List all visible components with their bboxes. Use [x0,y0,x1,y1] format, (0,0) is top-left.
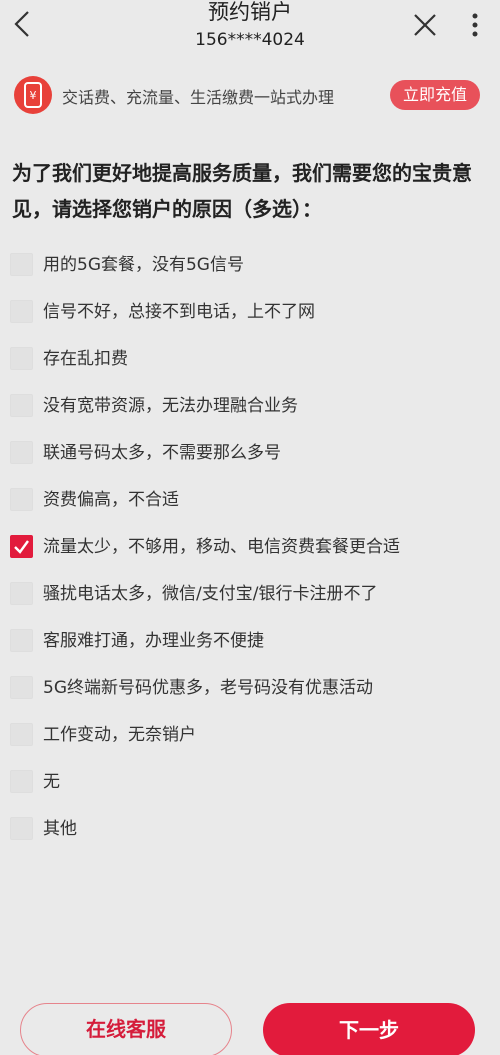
reason-option[interactable]: 没有宽带资源，无法办理融合业务 [0,387,500,434]
more-vertical-icon [472,13,478,37]
phone-number: 156****4024 [195,30,305,50]
header-bar: 预约销户 156****4024 [0,0,500,60]
reason-option-label: 流量太少，不够用，移动、电信资费套餐更合适 [43,537,400,557]
title-block: 预约销户 156****4024 [100,0,400,53]
online-service-button[interactable]: 在线客服 [20,1003,232,1055]
reason-option-label: 客服难打通，办理业务不便捷 [43,631,264,651]
reason-option-label: 用的5G套餐，没有5G信号 [43,255,244,275]
checkbox[interactable] [10,676,33,699]
reason-option[interactable]: 其他 [0,810,500,857]
reason-option-label: 资费偏高，不合适 [43,490,179,510]
promo-text: 交话费、充流量、生活缴费一站式办理 [62,88,335,107]
reason-option[interactable]: 用的5G套餐，没有5G信号 [0,246,500,293]
reason-option[interactable]: 工作变动，无奈销户 [0,716,500,763]
recharge-button[interactable]: 立即充值 [390,80,480,110]
checkbox[interactable] [10,488,33,511]
close-icon [414,14,436,36]
more-button[interactable] [465,8,485,42]
checkbox[interactable] [10,817,33,840]
checkbox[interactable] [10,770,33,793]
reason-option-label: 5G终端新号码优惠多，老号码没有优惠活动 [43,678,373,698]
reason-option[interactable]: 骚扰电话太多，微信/支付宝/银行卡注册不了 [0,575,500,622]
reason-option[interactable]: 联通号码太多，不需要那么多号 [0,434,500,481]
question-heading: 为了我们更好地提高服务质量，我们需要您的宝贵意见，请选择您销户的原因（多选）： [12,161,472,221]
checkbox[interactable] [10,347,33,370]
promo-banner[interactable]: ¥ 交话费、充流量、生活缴费一站式办理 立即充值 [12,74,488,116]
checkbox[interactable] [10,300,33,323]
checkbox[interactable] [10,394,33,417]
checkbox[interactable] [10,629,33,652]
reason-list: 用的5G套餐，没有5G信号信号不好，总接不到电话，上不了网 存在乱扣费没有宽带资源… [0,246,500,857]
phone-yen-icon: ¥ [14,76,52,114]
reason-option[interactable]: 流量太少，不够用，移动、电信资费套餐更合适 [0,528,500,575]
reason-option-label: 存在乱扣费 [43,349,128,369]
chevron-left-icon [14,11,29,37]
checkmark-icon [14,540,29,554]
reason-option-label: 无 [43,772,60,792]
checkbox[interactable] [10,582,33,605]
reason-option[interactable]: 5G终端新号码优惠多，老号码没有优惠活动 [0,669,500,716]
next-step-button[interactable]: 下一步 [263,1003,475,1055]
reason-option-label: 联通号码太多，不需要那么多号 [43,443,281,463]
reason-option[interactable]: 信号不好，总接不到电话，上不了网 [0,293,500,340]
checkbox[interactable] [10,535,33,558]
reason-option-label: 其他 [43,819,77,839]
reason-option-label: 没有宽带资源，无法办理融合业务 [43,396,298,416]
svg-text:¥: ¥ [30,89,37,102]
close-button[interactable] [408,8,442,42]
cancel-account-page: 预约销户 156****4024 ¥ 交话费、充流量、生活缴费一站式办理 立即充 [0,0,500,1055]
reason-option-label: 信号不好，总接不到电话，上不了网 [43,302,315,322]
checkbox[interactable] [10,253,33,276]
checkbox[interactable] [10,441,33,464]
page-title: 预约销户 [208,0,292,24]
checkbox[interactable] [10,723,33,746]
reason-option[interactable]: 无 [0,763,500,810]
reason-option-label: 工作变动，无奈销户 [43,725,196,745]
reason-option[interactable]: 客服难打通，办理业务不便捷 [0,622,500,669]
back-button[interactable] [6,6,42,42]
reason-option[interactable]: 存在乱扣费 [0,340,500,387]
reason-option-label: 骚扰电话太多，微信/支付宝/银行卡注册不了 [43,584,378,604]
reason-option[interactable]: 资费偏高，不合适 [0,481,500,528]
